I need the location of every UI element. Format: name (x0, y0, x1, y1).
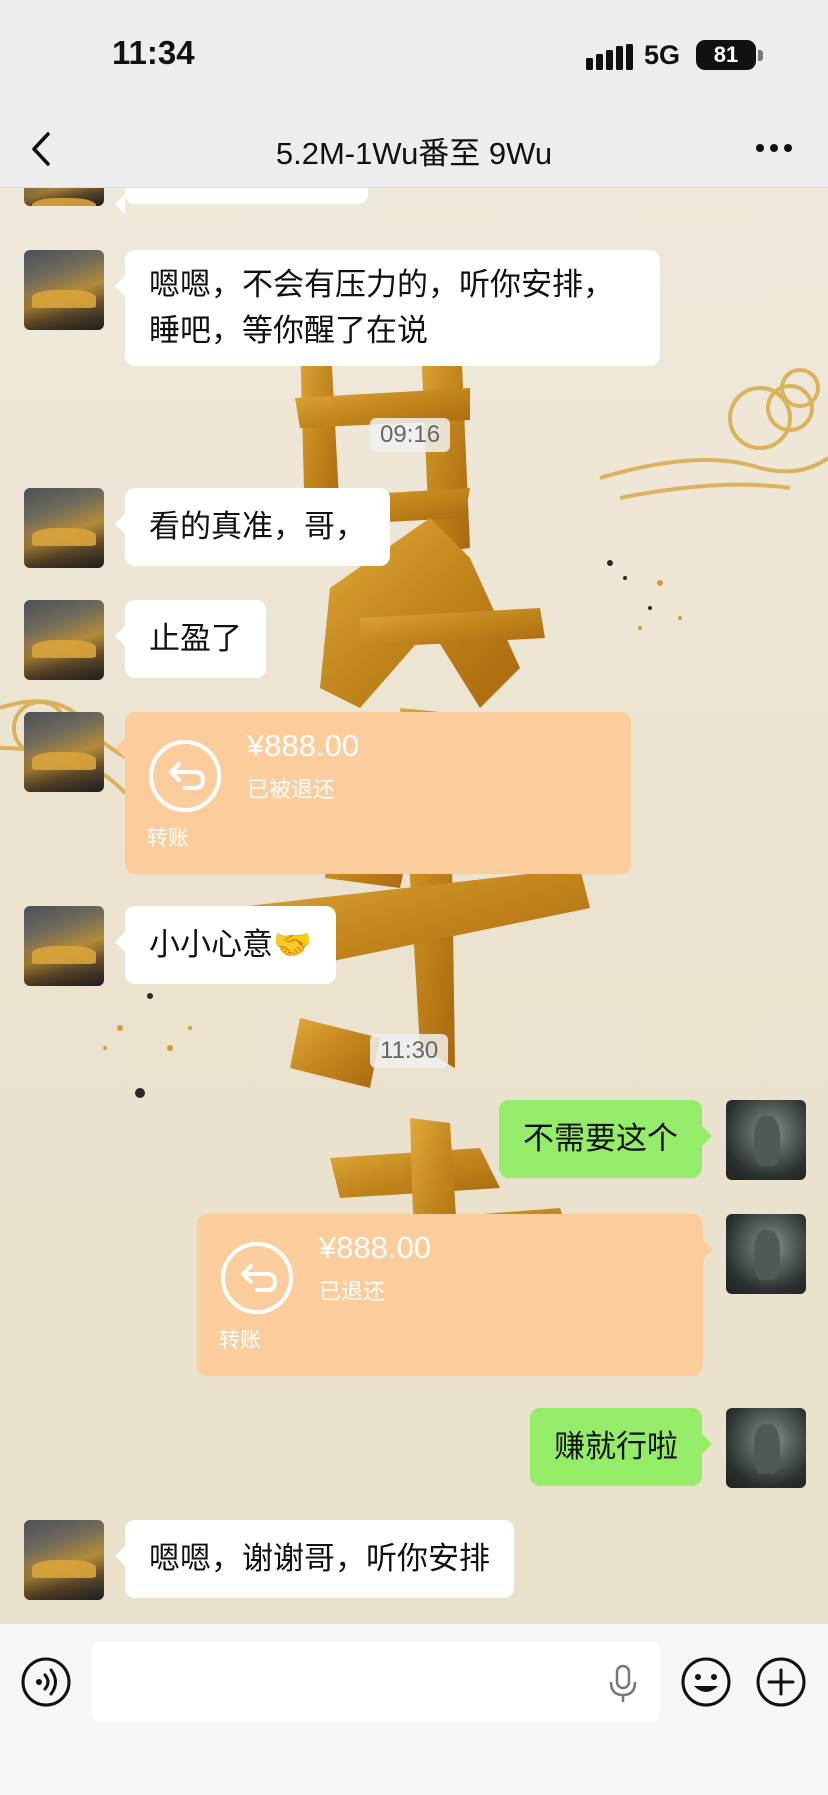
message-bubble[interactable]: 止盈了 (115, 600, 266, 678)
transfer-card[interactable]: ¥888.00 已被退还 转账 (115, 712, 631, 874)
my-avatar[interactable] (726, 1408, 806, 1488)
message-input[interactable] (92, 1642, 660, 1722)
my-avatar[interactable] (726, 1214, 806, 1294)
chat-title: 5.2M-1Wu番至 9Wu (275, 136, 553, 171)
nav-bar: 5.2M-1Wu番至 9Wu (0, 110, 828, 188)
plus-icon[interactable] (755, 1656, 807, 1708)
battery-level: 81 (713, 42, 739, 67)
message-text: 赚就行啦 (554, 1429, 678, 1465)
battery-cap (758, 50, 763, 61)
message-text: 止盈了 (149, 621, 242, 657)
transfer-amount: ¥888.00 (319, 1230, 432, 1265)
mic-icon[interactable] (608, 1664, 638, 1704)
emoji-icon[interactable] (680, 1656, 732, 1708)
message-bubble[interactable]: 嗯嗯，不会有压力的，听你安排， 睡吧，等你醒了在说 (115, 250, 660, 366)
message-text: 小小心意🤝 (149, 927, 312, 963)
message-text: 不需要这个 (523, 1121, 678, 1157)
peer-avatar[interactable] (24, 188, 104, 206)
transfer-status: 已退还 (319, 1280, 386, 1305)
input-bar (0, 1623, 828, 1795)
message-text: 嗯嗯，谢谢哥，听你安排 (149, 1541, 490, 1577)
status-bar: 11:34 5G 81 (0, 0, 828, 110)
timestamp: 11:30 (370, 1034, 449, 1068)
transfer-status: 已被退还 (247, 778, 336, 803)
more-icon[interactable] (754, 136, 794, 160)
peer-avatar[interactable] (24, 906, 104, 986)
message-text: 看的真准，哥， (149, 509, 366, 545)
chat-area[interactable]: 嗯嗯，不会有压力的，听你安排， 睡吧，等你醒了在说 09:16 看的真准，哥， … (0, 188, 828, 1623)
voice-icon[interactable] (20, 1656, 72, 1708)
message-bubble[interactable]: 小小心意🤝 (115, 906, 336, 984)
message-text: 睡吧，等你醒了在说 (149, 313, 428, 349)
peer-avatar[interactable] (24, 712, 104, 792)
message-bubble[interactable]: 看的真准，哥， (115, 488, 390, 566)
transfer-amount: ¥888.00 (247, 728, 360, 763)
my-avatar[interactable] (726, 1100, 806, 1180)
signal-icon (586, 44, 633, 70)
timestamp: 09:16 (370, 418, 451, 452)
peer-avatar[interactable] (24, 250, 104, 330)
peer-avatar[interactable] (24, 600, 104, 680)
status-time: 11:34 (112, 34, 195, 71)
message-bubble[interactable]: 嗯嗯，谢谢哥，听你安排 (115, 1520, 514, 1598)
message-text: 嗯嗯，不会有压力的，听你安排， (149, 267, 614, 303)
message-bubble[interactable]: 赚就行啦 (530, 1408, 712, 1486)
message-bubble-partial[interactable] (115, 188, 368, 214)
network-label: 5G (644, 40, 681, 70)
transfer-label: 转账 (147, 826, 189, 850)
return-arrow-icon (149, 740, 221, 812)
return-arrow-icon (221, 1242, 293, 1314)
transfer-card[interactable]: ¥888.00 已退还 转账 (197, 1214, 713, 1376)
peer-avatar[interactable] (24, 1520, 104, 1600)
peer-avatar[interactable] (24, 488, 104, 568)
transfer-label: 转账 (219, 1328, 261, 1352)
message-bubble[interactable]: 不需要这个 (499, 1100, 712, 1178)
